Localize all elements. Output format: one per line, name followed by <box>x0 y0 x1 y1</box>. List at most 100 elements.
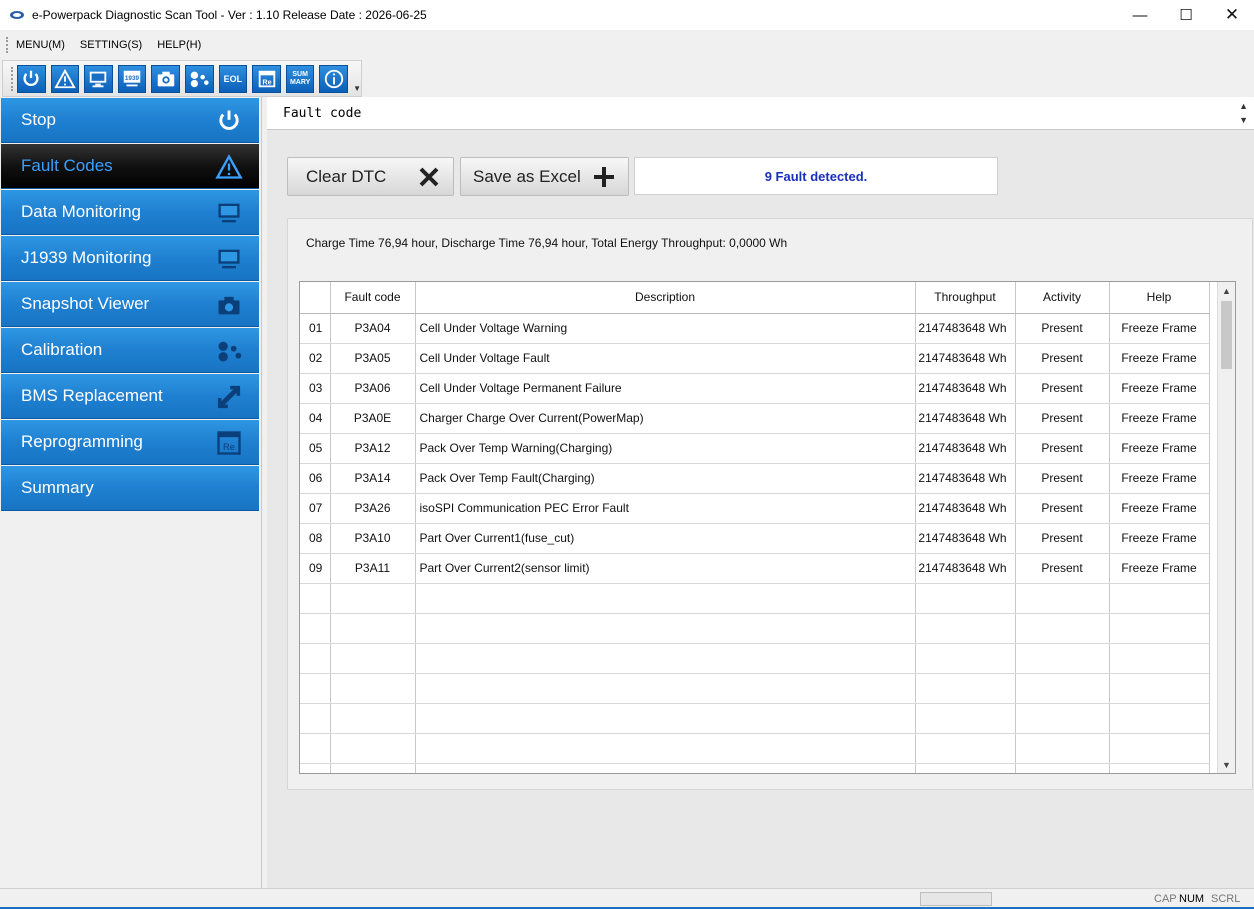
throughput-cell: 2147483648 Wh <box>915 463 1016 494</box>
freeze-frame-cell[interactable]: Freeze Frame <box>1109 523 1210 554</box>
sidebar-item-fault-codes[interactable]: Fault Codes <box>1 144 259 189</box>
replace-arrows-icon <box>217 385 241 409</box>
empty-cell <box>300 673 331 704</box>
freeze-frame-cell[interactable]: Freeze Frame <box>1109 373 1210 404</box>
activity-cell: Present <box>1015 463 1110 494</box>
activity-cell: Present <box>1015 493 1110 524</box>
table-row[interactable]: 03 P3A06 Cell Under Voltage Permanent Fail… <box>300 373 1210 404</box>
toolbar-data-monitor-button[interactable] <box>84 64 113 93</box>
monitor-icon <box>218 249 240 269</box>
table-row[interactable]: 09 P3A11 Part Over Current2(sensor limit) 2… <box>300 553 1210 584</box>
minimize-button[interactable]: — <box>1117 0 1163 30</box>
table-row[interactable]: 07 P3A26 isoSPI Communication PEC Error Fa… <box>300 493 1210 524</box>
empty-cell <box>1015 613 1110 644</box>
empty-cell <box>415 673 916 704</box>
toolbar-snapshot-button[interactable] <box>151 64 181 93</box>
sidebar-item-stop[interactable]: Stop <box>1 98 259 143</box>
table-row[interactable]: 04 P3A0E Charger Charge Over Current(Power… <box>300 403 1210 434</box>
sidebar-item-snapshot-viewer[interactable]: Snapshot Viewer <box>1 282 259 327</box>
toolbar-j1939-button[interactable]: 1939 <box>117 64 147 93</box>
throughput-cell: 2147483648 Wh <box>915 433 1016 464</box>
scroll-thumb[interactable] <box>1221 301 1232 369</box>
table-row[interactable]: 05 P3A12 Pack Over Temp Warning(Charging) 2… <box>300 433 1210 464</box>
toolbar-reprogram-button[interactable]: Re <box>252 64 281 93</box>
table-row[interactable]: 06 P3A14 Pack Over Temp Fault(Charging) 214… <box>300 463 1210 494</box>
table-scrollbar[interactable]: ▲ ▼ <box>1217 282 1235 773</box>
clear-dtc-button[interactable]: Clear DTC <box>287 157 454 196</box>
sidebar-item-data-monitoring[interactable]: Data Monitoring <box>1 190 259 235</box>
toolbar-power-button[interactable] <box>16 64 46 93</box>
save-excel-button[interactable]: Save as Excel <box>460 157 629 196</box>
throughput-cell: 2147483648 Wh <box>915 313 1016 344</box>
sidebar-item-j1939-monitoring[interactable]: J1939 Monitoring <box>1 236 259 281</box>
menu-menu[interactable]: MENU(M) <box>16 39 65 51</box>
fault-status-box: 9 Fault detected. <box>634 157 998 195</box>
scroll-up-icon[interactable]: ▲ <box>1218 282 1235 299</box>
table-row[interactable]: 02 P3A05 Cell Under Voltage Fault 214748364… <box>300 343 1210 374</box>
empty-cell <box>1015 703 1110 734</box>
fault-code-cell: P3A14 <box>330 463 416 494</box>
empty-cell <box>300 583 331 614</box>
sidebar-item-reprogramming[interactable]: Reprogramming Re <box>1 420 259 465</box>
freeze-frame-cell[interactable]: Freeze Frame <box>1109 493 1210 524</box>
freeze-frame-cell[interactable]: Freeze Frame <box>1109 553 1210 584</box>
freeze-frame-cell[interactable]: Freeze Frame <box>1109 403 1210 434</box>
table-row[interactable]: 08 P3A10 Part Over Current1(fuse_cut) 21474… <box>300 523 1210 554</box>
sidebar-item-summary[interactable]: Summary <box>1 466 259 511</box>
menu-setting[interactable]: SETTING(S) <box>80 39 142 51</box>
description-cell: Cell Under Voltage Permanent Failure <box>415 373 916 404</box>
column-header-description[interactable]: Description <box>415 282 916 314</box>
empty-cell <box>1109 763 1210 773</box>
maximize-button[interactable]: ☐ <box>1163 0 1209 30</box>
column-header-throughput[interactable]: Throughput <box>915 282 1016 314</box>
scroll-down-icon[interactable]: ▼ <box>1218 756 1235 773</box>
row-index: 03 <box>300 373 331 404</box>
header-scroll-arrows[interactable]: ▲ ▼ <box>1239 99 1248 127</box>
reprogram-text: Re <box>223 442 235 452</box>
sidebar-item-bms-replacement[interactable]: BMS Replacement <box>1 374 259 419</box>
empty-cell <box>330 583 416 614</box>
save-excel-label: Save as Excel <box>473 166 581 186</box>
column-header-help[interactable]: Help <box>1109 282 1210 314</box>
empty-cell <box>415 643 916 674</box>
toolbar-overflow-button[interactable]: ▼ <box>353 65 361 93</box>
table-row[interactable]: 01 P3A04 Cell Under Voltage Warning 2147483… <box>300 313 1210 344</box>
sidebar-item-label: Snapshot Viewer <box>21 294 150 313</box>
freeze-frame-cell[interactable]: Freeze Frame <box>1109 313 1210 344</box>
empty-table-row <box>300 613 1210 644</box>
column-header-activity[interactable]: Activity <box>1015 282 1110 314</box>
freeze-frame-cell[interactable]: Freeze Frame <box>1109 343 1210 374</box>
activity-cell: Present <box>1015 313 1110 344</box>
empty-table-row <box>300 703 1210 734</box>
empty-cell <box>300 703 331 734</box>
description-cell: Charger Charge Over Current(PowerMap) <box>415 403 916 434</box>
monitor-icon <box>90 71 107 87</box>
empty-cell <box>1109 643 1210 674</box>
empty-cell <box>1109 733 1210 764</box>
throughput-cell: 2147483648 Wh <box>915 373 1016 404</box>
empty-table-row <box>300 643 1210 674</box>
toolbar-summary-button[interactable]: SUM MARY <box>285 64 315 93</box>
empty-cell <box>415 613 916 644</box>
empty-cell <box>1015 733 1110 764</box>
activity-cell: Present <box>1015 523 1110 554</box>
toolbar: 1939 EOL Re SUM MARY ▼ <box>2 60 362 97</box>
column-header-fault-code[interactable]: Fault code <box>330 282 416 314</box>
column-header-index[interactable] <box>300 282 331 314</box>
toolbar-eol-button[interactable]: EOL <box>218 64 248 93</box>
freeze-frame-cell[interactable]: Freeze Frame <box>1109 433 1210 464</box>
toolbar-info-button[interactable] <box>319 64 349 93</box>
close-button[interactable]: ✕ <box>1209 0 1254 30</box>
info-icon <box>324 69 343 88</box>
empty-cell <box>415 583 916 614</box>
toolbar-calibration-button[interactable] <box>185 64 214 93</box>
row-index: 07 <box>300 493 331 524</box>
menu-help[interactable]: HELP(H) <box>157 39 201 51</box>
toolbar-fault-button[interactable] <box>50 64 80 93</box>
warning-icon <box>215 154 243 179</box>
sidebar-item-calibration[interactable]: Calibration <box>1 328 259 373</box>
description-cell: Pack Over Temp Fault(Charging) <box>415 463 916 494</box>
fault-status-text: 9 Fault detected. <box>764 168 868 184</box>
activity-cell: Present <box>1015 553 1110 584</box>
freeze-frame-cell[interactable]: Freeze Frame <box>1109 463 1210 494</box>
